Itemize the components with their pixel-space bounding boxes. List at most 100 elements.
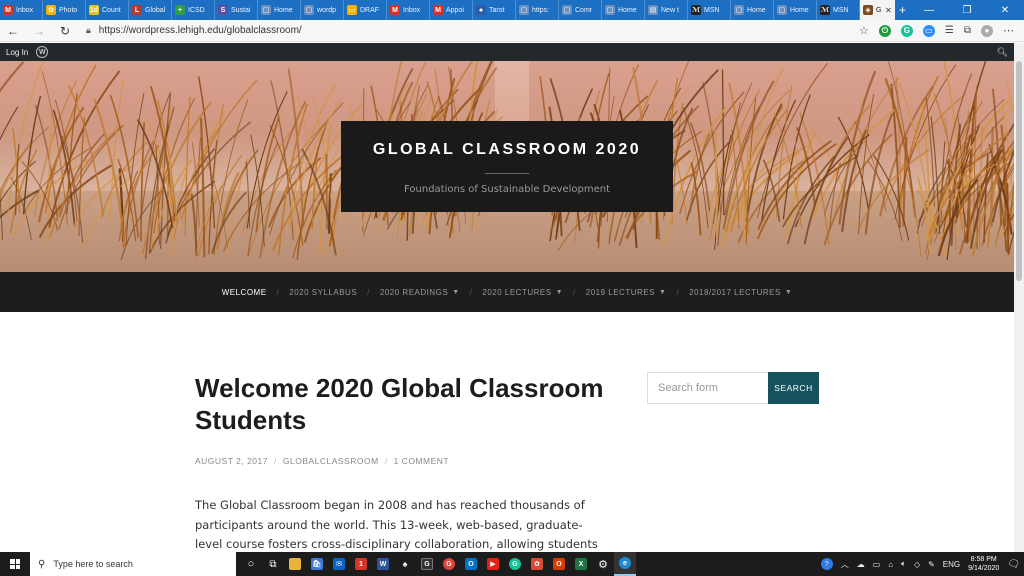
menu-item-2019-lectures[interactable]: 2019 LECTURES ▼ [586, 288, 667, 297]
browser-tab[interactable]: ▢ Comr [559, 0, 602, 20]
grammarly-icon[interactable]: G [900, 24, 913, 37]
restore-icon[interactable]: ❐ [948, 0, 986, 20]
close-tab-icon[interactable]: ✕ [885, 6, 892, 15]
help-icon[interactable]: ? [820, 558, 833, 570]
post-author[interactable]: GLOBALCLASSROOM [283, 456, 379, 466]
browser-tab[interactable]: ▭ DRAF [344, 0, 387, 20]
site-title[interactable]: GLOBAL CLASSROOM 2020 [341, 141, 673, 159]
search-button[interactable]: SEARCH [768, 372, 819, 404]
dropbox-icon[interactable]: ◇ [914, 560, 920, 569]
log-in-link[interactable]: Log In [0, 48, 34, 57]
caret-down-icon: ▼ [658, 288, 667, 296]
browser-tab[interactable]: M Inbox [0, 0, 43, 20]
excel-icon[interactable]: X [570, 552, 592, 576]
store-icon[interactable]: 🛍︎ [306, 552, 328, 576]
zoom-icon[interactable]: ▭ [922, 24, 935, 37]
search-input[interactable] [647, 372, 768, 404]
minimize-icon[interactable]: — [910, 0, 948, 20]
chrome-icon[interactable]: G [438, 552, 460, 576]
newtab-icon: ▤ [648, 5, 658, 15]
start-button[interactable] [0, 552, 30, 576]
calendar-icon[interactable]: 1 [350, 552, 372, 576]
edge-icon[interactable]: e [614, 552, 636, 576]
admin-search-icon[interactable]: 🔍︎ [997, 47, 1014, 58]
onedrive-icon[interactable]: ☁ [857, 560, 865, 569]
outlook-icon[interactable]: O [460, 552, 482, 576]
grass-blade [1006, 182, 1010, 254]
new-tab-button[interactable]: + [895, 0, 910, 20]
browser-tab[interactable]: ℳ MSN [688, 0, 731, 20]
youtube-icon[interactable]: ▶ [482, 552, 504, 576]
taskbar-apps: ○ ⧉ 🛍︎ ✉ 1 W ♠ G G O ▶ G ✿ O X ⚙ e [240, 552, 636, 576]
menu-item-2020-readings[interactable]: 2020 READINGS ▼ [380, 288, 460, 297]
browser-tab[interactable]: ▢ https: [516, 0, 559, 20]
menu-item-welcome[interactable]: WELCOME [222, 288, 267, 297]
browser-tab[interactable]: ▢ Home [774, 0, 817, 20]
more-menu-icon[interactable]: ⋯ [1003, 24, 1014, 37]
gmail-icon: M [390, 5, 400, 15]
browser-tab[interactable]: ▤ New t [645, 0, 688, 20]
extension-power-icon[interactable]: ⏻ [878, 24, 891, 37]
mail-icon[interactable]: ✉ [328, 552, 350, 576]
profile-avatar-icon[interactable]: ● [981, 24, 993, 37]
battery-icon[interactable]: ▭ [873, 560, 881, 569]
browser-tab[interactable]: ▢ Home [602, 0, 645, 20]
browser-tab[interactable]: S Sustai [215, 0, 258, 20]
browser-tab[interactable]: L Global [129, 0, 172, 20]
taskbar-search-box[interactable]: ⚲ Type here to search [30, 552, 236, 576]
post-title[interactable]: Welcome 2020 Global Classroom Students [195, 372, 605, 436]
network-icon[interactable]: ⌂ [888, 560, 893, 569]
browser-tab[interactable]: ▢ Home [731, 0, 774, 20]
post-comments-link[interactable]: 1 COMMENT [394, 456, 450, 466]
browser-tab[interactable]: 1d Count [86, 0, 129, 20]
browser-tab[interactable]: ♠ Tarot [473, 0, 516, 20]
refresh-icon[interactable]: ↻ [52, 24, 78, 38]
grammarly-app-icon[interactable]: G [504, 552, 526, 576]
tarot-app-icon[interactable]: ♠ [394, 552, 416, 576]
pen-icon[interactable]: ✎ [928, 560, 935, 569]
notifications-icon[interactable]: 🗨︎ [1007, 559, 1020, 570]
office-icon[interactable]: O [548, 552, 570, 576]
url-text[interactable]: https://wordpress.lehigh.edu/globalclass… [99, 25, 302, 36]
volume-icon[interactable]: 🔈︎ [901, 559, 906, 569]
favorite-star-icon[interactable]: ☆ [859, 24, 869, 37]
photos-icon: ✿ [46, 5, 56, 15]
browser-tab[interactable]: ✿ Photo [43, 0, 86, 20]
settings-gear-icon[interactable]: ⚙ [592, 552, 614, 576]
browser-tab[interactable]: ▢ Home [258, 0, 301, 20]
app-g-icon[interactable]: G [416, 552, 438, 576]
photos-app-icon[interactable]: ✿ [526, 552, 548, 576]
forward-icon[interactable]: → [26, 24, 52, 38]
scrollbar-thumb[interactable] [1016, 61, 1022, 281]
url-field[interactable]: 🔒︎ https://wordpress.lehigh.edu/globalcl… [86, 25, 859, 36]
close-window-icon[interactable]: ✕ [986, 0, 1024, 20]
site-branding[interactable]: GLOBAL CLASSROOM 2020 Foundations of Sus… [341, 121, 673, 212]
header-image: GLOBAL CLASSROOM 2020 Foundations of Sus… [0, 61, 1014, 272]
wordpress-logo-icon[interactable]: W [36, 46, 49, 58]
file-explorer-icon[interactable] [284, 552, 306, 576]
menu-item-2020-lectures[interactable]: 2020 LECTURES ▼ [482, 288, 563, 297]
browser-tab[interactable]: M Appoi [430, 0, 473, 20]
menu-item-2018-2017-lectures[interactable]: 2018/2017 LECTURES ▼ [689, 288, 792, 297]
menu-item-label: 2018/2017 LECTURES [689, 287, 781, 297]
favorites-list-icon[interactable]: ☰ [945, 25, 954, 36]
browser-tab[interactable]: + ICSD [172, 0, 215, 20]
page-scrollbar[interactable] [1014, 43, 1024, 552]
chevron-up-icon[interactable]: ︿ [841, 559, 849, 570]
collections-icon[interactable]: ⧉ [964, 25, 971, 36]
tab-active[interactable]: ◈ G ✕ [860, 0, 895, 20]
browser-tab[interactable]: M Inbox [387, 0, 430, 20]
menu-item-2020-syllabus[interactable]: 2020 SYLLABUS [289, 288, 357, 297]
post-article: Welcome 2020 Global Classroom Students A… [195, 372, 605, 566]
browser-tab[interactable]: ℳ MSN [817, 0, 860, 20]
windows-logo-icon [10, 559, 20, 569]
post-date[interactable]: AUGUST 2, 2017 [195, 456, 268, 466]
browser-tab[interactable]: ▢ wordp [301, 0, 344, 20]
browser-tab-label: MSN [833, 6, 849, 14]
cortana-icon[interactable]: ○ [240, 552, 262, 576]
language-indicator[interactable]: ENG [943, 560, 960, 569]
back-icon[interactable]: ← [0, 24, 26, 38]
clock[interactable]: 8:58 PM 9/14/2020 [968, 555, 999, 573]
word-icon[interactable]: W [372, 552, 394, 576]
task-view-icon[interactable]: ⧉ [262, 552, 284, 576]
